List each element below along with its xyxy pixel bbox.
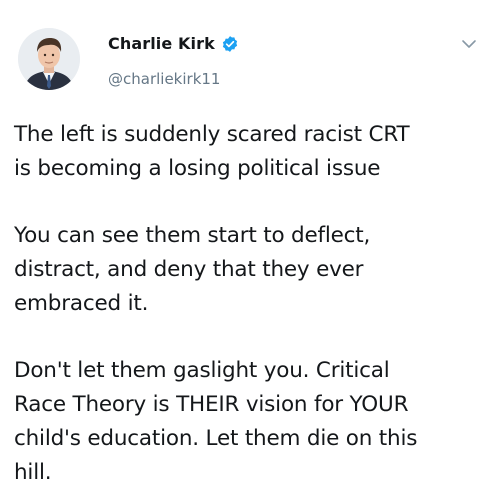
- display-name[interactable]: Charlie Kirk: [108, 34, 215, 53]
- tweet-text: The left is suddenly scared racist CRT i…: [14, 118, 484, 490]
- author-name-row: Charlie Kirk: [108, 34, 239, 53]
- tweet-line: hill.: [14, 460, 52, 485]
- tweet-line: Race Theory is THEIR vision for YOUR: [14, 392, 409, 417]
- tweet-line: is becoming a losing political issue: [14, 156, 381, 181]
- tweet-card: Charlie Kirk @charliekirk11 The left is …: [0, 0, 489, 500]
- author-handle[interactable]: @charliekirk11: [108, 70, 220, 88]
- avatar-portrait-icon: [18, 28, 80, 90]
- tweet-line: child's education. Let them die on this: [14, 426, 418, 451]
- chevron-down-icon[interactable]: [461, 36, 477, 52]
- tweet-line: embraced it.: [14, 291, 149, 316]
- tweet-line: You can see them start to deflect,: [14, 223, 371, 248]
- tweet-paragraph: Don't let them gaslight you. Critical Ra…: [14, 354, 484, 490]
- tweet-paragraph: You can see them start to deflect, distr…: [14, 219, 484, 321]
- tweet-paragraph: The left is suddenly scared racist CRT i…: [14, 118, 484, 186]
- tweet-line: Don't let them gaslight you. Critical: [14, 358, 390, 383]
- avatar[interactable]: [18, 28, 80, 90]
- verified-badge-icon: [221, 35, 239, 53]
- tweet-line: distract, and deny that they ever: [14, 257, 364, 282]
- tweet-line: The left is suddenly scared racist CRT: [14, 122, 410, 147]
